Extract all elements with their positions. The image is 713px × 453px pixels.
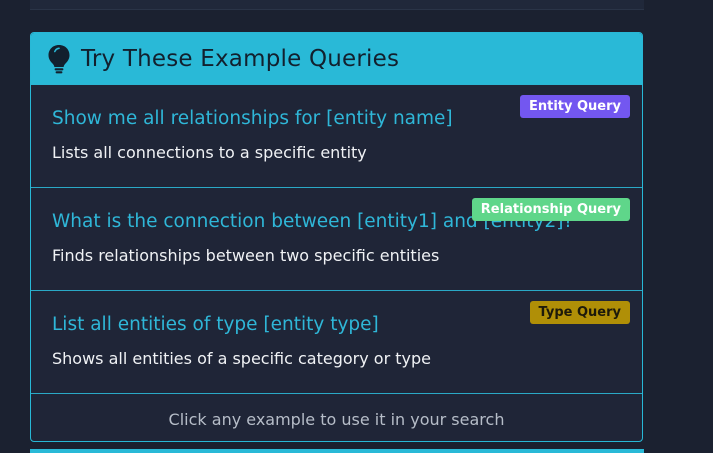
example-query-entity[interactable]: Show me all relationships for [entity na…	[31, 85, 642, 188]
example-query-description: Finds relationships between two specific…	[52, 246, 440, 265]
example-query-title[interactable]: List all entities of type [entity type]	[52, 314, 379, 335]
card-header: Try These Example Queries	[31, 33, 642, 85]
card-footer-hint: Click any example to use it in your sear…	[168, 410, 505, 429]
example-query-description: Lists all connections to a specific enti…	[52, 143, 367, 162]
previous-panel-edge	[30, 0, 644, 10]
example-queries-card: Try These Example Queries Show me all re…	[30, 32, 643, 442]
example-query-type[interactable]: List all entities of type [entity type] …	[31, 291, 642, 394]
query-type-badge: Type Query	[529, 301, 630, 324]
example-query-title[interactable]: Show me all relationships for [entity na…	[52, 108, 453, 129]
query-type-badge: Entity Query	[519, 95, 630, 118]
card-title: Try These Example Queries	[81, 45, 400, 72]
lightbulb-icon	[48, 44, 70, 73]
example-query-relationship[interactable]: What is the connection between [entity1]…	[31, 188, 642, 291]
next-panel-edge	[30, 449, 644, 453]
example-query-description: Shows all entities of a specific categor…	[52, 349, 431, 368]
query-type-badge: Relationship Query	[471, 198, 630, 221]
